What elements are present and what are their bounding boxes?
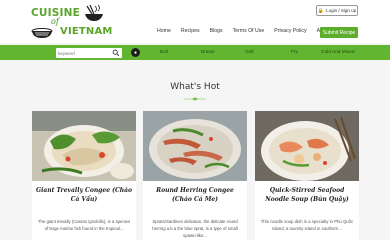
top-header: CUISINE of VIETNAM 🔒 Login / Sign up Hom… — [0, 0, 390, 43]
recipe-title[interactable]: Quick-Stirred Seafood Noodle Soup (Bún Q… — [259, 186, 355, 204]
site-logo[interactable]: CUISINE of VIETNAM — [31, 4, 113, 41]
recipe-photo[interactable] — [32, 111, 136, 181]
logo-text-vietnam: VIETNAM — [60, 26, 113, 37]
noodle-bowl-icon — [85, 4, 103, 21]
category-grill[interactable]: Grill — [245, 50, 254, 55]
nav-terms[interactable]: Terms Of Use — [233, 28, 265, 34]
nav-blogs[interactable]: Blogs — [210, 28, 223, 34]
submit-recipe-button[interactable]: Submit Recipe — [320, 27, 358, 38]
divider-ornament-icon — [184, 97, 206, 101]
recipe-title[interactable]: Round Herring Congee (Cháo Cá Me) — [147, 186, 243, 204]
search-input[interactable] — [58, 49, 108, 57]
nav-home[interactable]: Home — [157, 28, 171, 34]
nav-privacy[interactable]: Privacy Policy — [274, 28, 306, 34]
recipe-description: Sprats/Sardines delicatus, the delicate … — [152, 219, 238, 238]
logo-text-of: of — [51, 17, 59, 26]
menu-toggle-button[interactable]: ● — [131, 48, 140, 57]
category-cold-and-mixed[interactable]: Cold And Mixed — [321, 50, 355, 55]
user-icon: 🔒 — [317, 7, 325, 14]
recipe-card[interactable]: Giant Trevally Congee (Cháo Cá Vẩu) The … — [32, 111, 136, 240]
login-label: Login / Sign up — [326, 8, 357, 13]
search-icon[interactable] — [112, 49, 120, 57]
login-signup-button[interactable]: 🔒 Login / Sign up — [316, 5, 358, 16]
main-nav: Home Recipes Blogs Terms Of Use Privacy … — [157, 28, 340, 34]
recipe-photo[interactable] — [255, 111, 359, 181]
nav-recipes[interactable]: Recipes — [181, 28, 200, 34]
category-boil[interactable]: Boil — [160, 50, 168, 55]
section-title: What's Hot — [170, 82, 220, 92]
recipe-photo[interactable] — [143, 111, 247, 181]
recipe-card[interactable]: Quick-Stirred Seafood Noodle Soup (Bún Q… — [255, 111, 359, 240]
bowl-icon — [31, 28, 53, 38]
recipe-title[interactable]: Giant Trevally Congee (Cháo Cá Vẩu) — [36, 186, 132, 204]
category-fry[interactable]: Fry — [291, 50, 298, 55]
recipe-description: This noodle soup dish is a specialty in … — [260, 219, 354, 231]
search-box — [56, 48, 122, 58]
plus-icon: ● — [133, 49, 138, 56]
category-braise[interactable]: Braise — [201, 50, 215, 55]
recipe-description: The giant trevally (Caranx ignobilis), i… — [37, 219, 131, 231]
recipe-card[interactable]: Round Herring Congee (Cháo Cá Me) Sprats… — [143, 111, 247, 240]
